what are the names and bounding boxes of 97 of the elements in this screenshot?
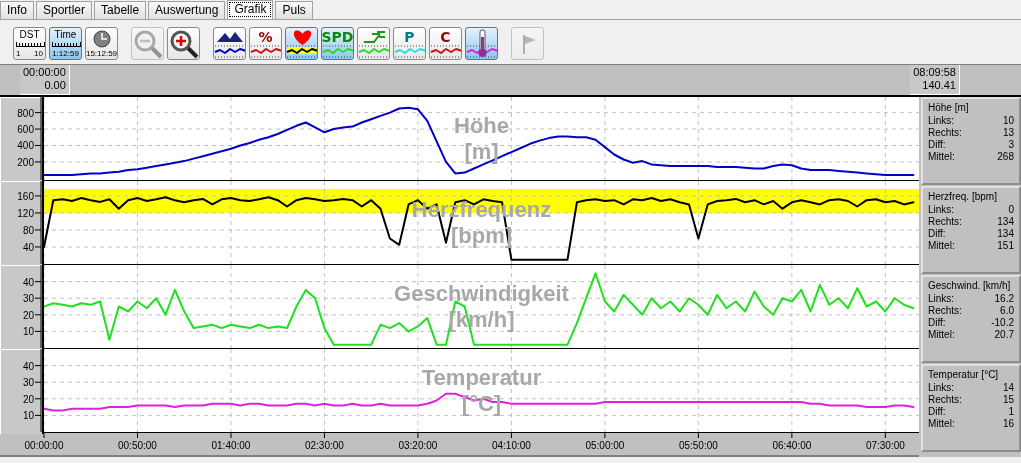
axis-label: 04:10:00 bbox=[491, 440, 531, 451]
tab[interactable]: Grafik bbox=[227, 0, 274, 19]
stats-label: Links: bbox=[928, 204, 955, 215]
stats-label: Links: bbox=[928, 293, 955, 304]
stats-value: 1 bbox=[1008, 406, 1014, 417]
ruler-icon bbox=[51, 42, 81, 47]
axis-label: 00:00:00 bbox=[24, 440, 64, 451]
power-button[interactable]: P bbox=[393, 27, 426, 60]
stats-label: Mittel: bbox=[928, 240, 955, 251]
axis-label: 120 bbox=[17, 207, 34, 219]
stats-label: Rechts: bbox=[928, 127, 962, 138]
zoom-out-icon bbox=[133, 29, 163, 59]
stats-value: 13 bbox=[1002, 127, 1014, 138]
axis-label: 20 bbox=[22, 393, 34, 405]
axis-label: 10 bbox=[22, 326, 34, 338]
stats-label: Diff: bbox=[928, 139, 946, 150]
thermometer-icon bbox=[478, 29, 487, 57]
stats-value: 16 bbox=[1002, 418, 1014, 429]
tab[interactable]: Info bbox=[0, 1, 34, 19]
stats-heading: Geschwind. [km/h] bbox=[928, 280, 1012, 291]
tab[interactable]: Tabelle bbox=[94, 1, 147, 19]
zoom-in-icon bbox=[169, 29, 199, 59]
stats-heading: Herzfreq. [bpm] bbox=[928, 191, 998, 202]
ruler-button[interactable]: DST 1 10 bbox=[13, 27, 46, 60]
cadence-icon bbox=[363, 31, 386, 43]
ruler-icon bbox=[15, 42, 45, 47]
axis-label: 30 bbox=[22, 293, 34, 305]
chart-title: Geschwindigkeit bbox=[394, 280, 569, 307]
stats-value: 3 bbox=[1008, 139, 1014, 150]
flag-icon bbox=[523, 34, 536, 54]
stats-label: Links: bbox=[928, 115, 955, 126]
axis-label: 40 bbox=[22, 276, 34, 288]
stats-label: Mittel: bbox=[928, 418, 955, 429]
mountain-icon bbox=[217, 32, 243, 42]
stats-value: 134 bbox=[997, 216, 1014, 227]
stats-value: 15 bbox=[1002, 394, 1014, 405]
axis-label: 06:40:00 bbox=[772, 440, 812, 451]
temperature-button[interactable] bbox=[465, 27, 498, 60]
chart-title: Temperatur bbox=[421, 364, 542, 391]
axis-label: 20 bbox=[22, 309, 34, 321]
axis-label: 07:30:00 bbox=[865, 440, 905, 451]
stats-value: -10.2 bbox=[991, 317, 1014, 328]
stats-label: Diff: bbox=[928, 317, 946, 328]
stats-value: 14 bbox=[1002, 382, 1014, 393]
stats-value: 134 bbox=[997, 228, 1014, 239]
stats-value: 268 bbox=[997, 151, 1014, 162]
stats-label: Links: bbox=[928, 382, 955, 393]
axis-label: 01:40:00 bbox=[211, 440, 251, 451]
ruler-button[interactable]: Time 1:12:59 bbox=[49, 27, 82, 60]
tab[interactable]: Puls bbox=[275, 1, 313, 19]
chart-title: Höhe bbox=[454, 112, 509, 139]
end-distance: 140.41 bbox=[922, 79, 956, 92]
axis-label: 600 bbox=[17, 124, 34, 136]
axis-label: 02:30:00 bbox=[305, 440, 344, 451]
clock-button[interactable]: 15:12:59 bbox=[85, 27, 118, 60]
heart-icon bbox=[293, 30, 312, 45]
axis-label: 05:50:00 bbox=[678, 440, 718, 451]
percent-button[interactable]: % bbox=[249, 27, 282, 60]
stats-value: 6.0 bbox=[1000, 305, 1014, 316]
stats-label: Diff: bbox=[928, 228, 946, 239]
stats-value: 16.2 bbox=[994, 293, 1014, 304]
axis-label: 160 bbox=[17, 190, 34, 202]
stats-heading: Höhe [m] bbox=[928, 102, 970, 113]
axis-label: 05:00:00 bbox=[585, 440, 625, 451]
unit-label: [m] bbox=[464, 138, 499, 165]
clock-icon bbox=[93, 30, 111, 48]
axis-label: 30 bbox=[22, 377, 34, 389]
axis-label: 80 bbox=[22, 224, 34, 236]
axis-label: 40 bbox=[22, 360, 34, 372]
stats-label: Rechts: bbox=[928, 305, 962, 316]
axis-label: 200 bbox=[17, 156, 34, 168]
start-time: 00:00:00 bbox=[23, 66, 66, 79]
stats-label: Mittel: bbox=[928, 151, 955, 162]
stats-value: 151 bbox=[997, 240, 1014, 251]
stats-value: 20.7 bbox=[994, 329, 1014, 340]
height-button[interactable] bbox=[213, 27, 246, 60]
stats-label: Rechts: bbox=[928, 394, 962, 405]
axis-label: 40 bbox=[22, 241, 34, 253]
stats-label: Diff: bbox=[928, 406, 946, 417]
start-distance: 0.00 bbox=[44, 79, 66, 92]
axis-label: 03:20:00 bbox=[398, 440, 438, 451]
heart-button[interactable] bbox=[285, 27, 318, 60]
c-channel-button[interactable]: C bbox=[429, 27, 462, 60]
stats-value: 10 bbox=[1002, 115, 1014, 126]
stats-heading: Temperatur [°C] bbox=[928, 369, 1000, 380]
stats-label: Rechts: bbox=[928, 216, 962, 227]
stats-value: 0 bbox=[1008, 204, 1014, 215]
end-time: 08:09:58 bbox=[913, 66, 956, 79]
axis-label: 800 bbox=[17, 107, 34, 119]
cadence-button[interactable] bbox=[357, 27, 390, 60]
axis-label: 400 bbox=[17, 140, 34, 152]
axis-label: 10 bbox=[22, 410, 34, 422]
tab[interactable]: Sportler bbox=[36, 1, 93, 19]
zoom-in-button[interactable] bbox=[167, 27, 200, 60]
stats-label: Mittel: bbox=[928, 329, 955, 340]
tab[interactable]: Auswertung bbox=[148, 1, 226, 19]
axis-label: 00:50:00 bbox=[118, 440, 157, 451]
